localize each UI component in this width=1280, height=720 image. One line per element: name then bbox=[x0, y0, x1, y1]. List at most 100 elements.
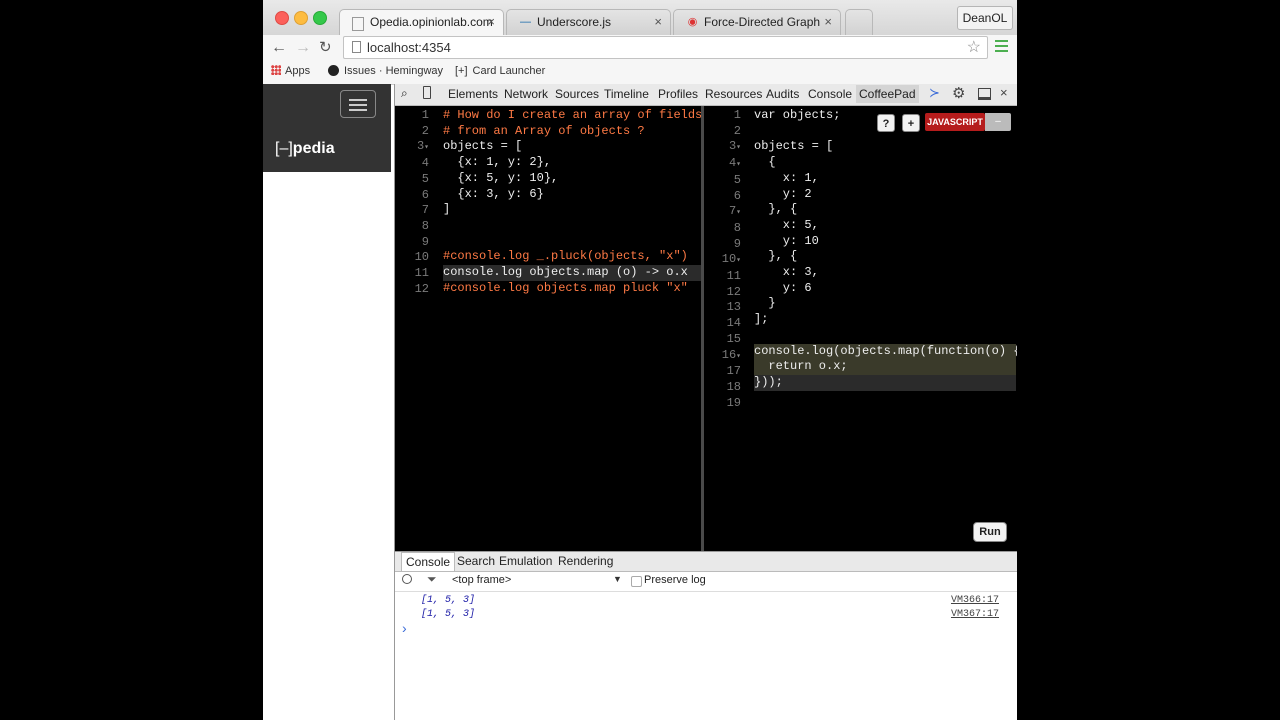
zoom-window-button[interactable] bbox=[313, 11, 327, 25]
frame-select[interactable]: <top frame> bbox=[452, 574, 511, 586]
bookmark-card-launcher[interactable]: [+] Card Launcher bbox=[455, 65, 545, 77]
tab-rendering[interactable]: Rendering bbox=[558, 554, 613, 568]
console-log-line: [1, 5, 3] bbox=[421, 609, 476, 620]
js-output-editor[interactable]: var objects; objects = [ { x: 1, y: 2 },… bbox=[754, 108, 1017, 391]
drawer-tabs: Console Search Emulation Rendering bbox=[395, 551, 1017, 572]
close-icon[interactable]: × bbox=[1000, 85, 1008, 100]
close-icon[interactable]: × bbox=[824, 14, 832, 29]
code-line: {x: 1, y: 2}, bbox=[443, 155, 552, 170]
tab-console[interactable]: Console bbox=[808, 87, 852, 101]
code-line: { bbox=[754, 155, 776, 170]
gear-icon[interactable]: ⚙ bbox=[952, 84, 965, 102]
bracket-icon: [+] bbox=[455, 65, 468, 77]
site-header: [–]pedia bbox=[263, 84, 391, 172]
js-line-numbers: 1 2 3▾ 4▾ 5 6 7▾ 8 9 10▾ 11 12 13 14 15 … bbox=[721, 108, 741, 410]
collapse-button[interactable]: – bbox=[985, 113, 1011, 131]
console-filter-bar: ⏷ <top frame> ▼ Preserve log bbox=[395, 571, 1017, 592]
reload-icon[interactable]: ↻ bbox=[319, 38, 332, 58]
code-line-highlight: return o.x; bbox=[754, 359, 1016, 375]
code-line: # How do I create an array of fields bbox=[443, 108, 703, 122]
devtools-panel: ⌕ Elements Network Sources Timeline Prof… bbox=[394, 84, 1017, 720]
console-prompt[interactable]: › bbox=[402, 620, 407, 636]
github-icon bbox=[328, 65, 339, 76]
star-icon[interactable]: ☆ bbox=[967, 37, 981, 57]
tab-resources[interactable]: Resources bbox=[705, 87, 762, 101]
tab-network[interactable]: Network bbox=[504, 87, 548, 101]
tab-console[interactable]: Console bbox=[401, 552, 456, 571]
tab-audits[interactable]: Audits bbox=[766, 87, 799, 101]
code-line: y: 10 bbox=[754, 233, 819, 248]
code-line: x: 3, bbox=[754, 265, 819, 280]
code-line: } bbox=[754, 296, 776, 311]
code-line: {x: 3, y: 6} bbox=[443, 186, 544, 201]
run-button[interactable]: Run bbox=[973, 522, 1007, 542]
graph-icon: ◉ bbox=[687, 16, 698, 28]
language-toggle-button[interactable]: JAVASCRIPT bbox=[925, 113, 985, 131]
code-line: #console.log objects.map pluck "x" bbox=[443, 280, 688, 295]
console-log-line: [1, 5, 3] bbox=[421, 595, 476, 606]
code-line: y: 2 bbox=[754, 186, 812, 201]
back-icon[interactable]: ← bbox=[271, 38, 287, 58]
close-icon[interactable]: × bbox=[487, 14, 495, 29]
browser-window: Opedia.opinionlab.com × — Underscore.js … bbox=[263, 0, 1017, 720]
menu-icon[interactable] bbox=[995, 40, 1008, 55]
site-logo[interactable]: [–]pedia bbox=[275, 140, 335, 158]
bookmarks-bar: Apps Issues · Hemingway [+] Card Launcher bbox=[263, 61, 1017, 85]
bookmark-issues[interactable]: Issues · Hemingway bbox=[328, 65, 443, 77]
close-icon[interactable]: × bbox=[654, 14, 662, 29]
editor-splitter[interactable] bbox=[701, 106, 704, 551]
tab-label: Force-Directed Graph bbox=[704, 15, 821, 29]
code-line: x: 5, bbox=[754, 217, 819, 232]
dock-icon[interactable] bbox=[978, 88, 991, 103]
console-drawer: Console Search Emulation Rendering ⏷ <to… bbox=[395, 551, 1017, 720]
code-line: objects = [ bbox=[443, 139, 523, 154]
code-line: x: 1, bbox=[754, 170, 819, 185]
page-icon bbox=[352, 17, 364, 31]
code-line: }, { bbox=[754, 202, 798, 217]
clear-console-icon[interactable] bbox=[402, 574, 412, 584]
new-tab-button[interactable] bbox=[845, 9, 873, 35]
nav-bar: ← → ↻ localhost:4354 ☆ bbox=[263, 35, 1017, 61]
title-bar: Opedia.opinionlab.com × — Underscore.js … bbox=[263, 0, 1017, 36]
tab-emulation[interactable]: Emulation bbox=[499, 554, 552, 568]
source-link[interactable]: VM366:17 bbox=[951, 595, 999, 606]
tab-timeline[interactable]: Timeline bbox=[604, 87, 649, 101]
close-window-button[interactable] bbox=[275, 11, 289, 25]
filter-icon[interactable]: ⏷ bbox=[427, 572, 437, 587]
profile-button[interactable]: DeanOL bbox=[957, 6, 1013, 30]
code-line: var objects; bbox=[754, 108, 841, 122]
apps-icon bbox=[271, 65, 281, 75]
add-button[interactable]: + bbox=[902, 114, 920, 132]
code-line-highlight: console.log(objects.map(function(o) { bbox=[754, 343, 1017, 360]
chevron-down-icon[interactable]: ▼ bbox=[613, 574, 622, 584]
search-icon[interactable]: ⌕ bbox=[401, 86, 408, 101]
tab-sources[interactable]: Sources bbox=[555, 87, 599, 101]
drawer-toggle-icon[interactable]: ≻ bbox=[929, 85, 940, 101]
address-bar[interactable]: localhost:4354 ☆ bbox=[343, 36, 988, 59]
code-line: #console.log _.pluck(objects, "x") bbox=[443, 249, 688, 264]
tab-opedia[interactable]: Opedia.opinionlab.com × bbox=[339, 9, 504, 36]
coffee-line-numbers: 1 2 3▾ 4 5 6 7 8 9 10 11 12 bbox=[414, 108, 429, 296]
preserve-log-checkbox[interactable] bbox=[631, 576, 642, 587]
code-line: }, { bbox=[754, 249, 798, 264]
coffee-editor[interactable]: # How do I create an array of fields # f… bbox=[443, 108, 703, 296]
tab-search[interactable]: Search bbox=[457, 554, 495, 568]
devtools-toolbar: ⌕ Elements Network Sources Timeline Prof… bbox=[395, 84, 1017, 106]
tab-underscore[interactable]: — Underscore.js × bbox=[506, 9, 671, 35]
code-line: objects = [ bbox=[754, 139, 834, 154]
minimize-window-button[interactable] bbox=[294, 11, 308, 25]
tab-elements[interactable]: Elements bbox=[448, 87, 498, 101]
device-icon[interactable] bbox=[423, 86, 431, 102]
tab-force-graph[interactable]: ◉ Force-Directed Graph × bbox=[673, 9, 841, 35]
tab-profiles[interactable]: Profiles bbox=[658, 87, 698, 101]
tab-label: Underscore.js bbox=[537, 15, 612, 29]
forward-icon[interactable]: → bbox=[295, 38, 311, 58]
code-line: ]; bbox=[754, 312, 769, 327]
help-button[interactable]: ? bbox=[877, 114, 895, 132]
hamburger-menu-button[interactable] bbox=[340, 90, 376, 118]
tab-label: Opedia.opinionlab.com bbox=[370, 15, 493, 29]
page-icon bbox=[352, 41, 361, 53]
tab-coffeepad[interactable]: CoffeePad bbox=[856, 85, 919, 103]
bookmark-apps[interactable]: Apps bbox=[271, 65, 310, 77]
source-link[interactable]: VM367:17 bbox=[951, 609, 999, 620]
